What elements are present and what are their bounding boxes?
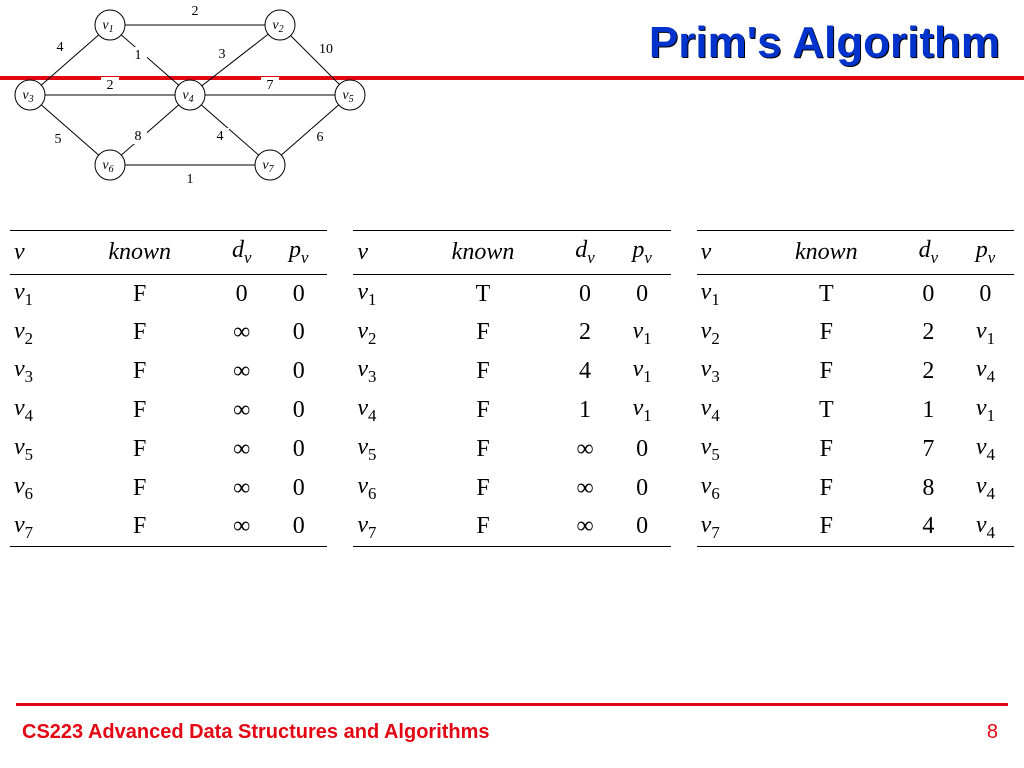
- table-row: v5F∞0: [10, 430, 327, 469]
- table-row: v3F∞0: [10, 352, 327, 391]
- table-header: known: [753, 231, 900, 275]
- edge-weight: 7: [267, 78, 274, 93]
- edge-weight: 4: [57, 40, 64, 55]
- table-row: v5F∞0: [353, 430, 670, 469]
- table-row: v7F∞0: [353, 508, 670, 547]
- edge-weight: 6: [317, 130, 324, 145]
- graph-svg: 2413102758461v1v2v3v4v5v6v7: [10, 0, 370, 200]
- prim-table-1: vknowndvpvv1F00v2F∞0v3F∞0v4F∞0v5F∞0v6F∞0…: [10, 230, 327, 547]
- table-row: v4F∞0: [10, 391, 327, 430]
- edge-weight: 3: [219, 47, 226, 62]
- prim-table-3: vknowndvpvv1T00v2F2v1v3F2v4v4T1v1v5F7v4v…: [697, 230, 1014, 547]
- table-row: v1T00: [697, 274, 1014, 313]
- table-row: v6F∞0: [10, 469, 327, 508]
- tables-container: vknowndvpvv1F00v2F∞0v3F∞0v4F∞0v5F∞0v6F∞0…: [10, 230, 1014, 547]
- graph-edge: [270, 95, 350, 165]
- table-row: v1F00: [10, 274, 327, 313]
- prim-table-2: vknowndvpvv1T00v2F2v1v3F4v1v4F1v1v5F∞0v6…: [353, 230, 670, 547]
- edge-weight: 10: [319, 42, 333, 57]
- edge-weight: 2: [107, 78, 114, 93]
- table-header: v: [10, 231, 66, 275]
- table-row: v3F4v1: [353, 352, 670, 391]
- edge-weight: 8: [135, 129, 142, 144]
- graph-edge: [190, 95, 270, 165]
- edge-weight: 4: [217, 129, 224, 144]
- table-row: v3F2v4: [697, 352, 1014, 391]
- table-header: known: [66, 231, 213, 275]
- table-row: v1T00: [353, 274, 670, 313]
- table-row: v2F2v1: [353, 314, 670, 353]
- edge-weight: 2: [192, 4, 199, 19]
- table-row: v6F8v4: [697, 469, 1014, 508]
- table-header: v: [697, 231, 753, 275]
- table-row: v4T1v1: [697, 391, 1014, 430]
- table-row: v4F1v1: [353, 391, 670, 430]
- table-header: dv: [900, 231, 957, 275]
- footer-page: 8: [987, 721, 998, 744]
- table-header: dv: [213, 231, 270, 275]
- graph-diagram: 2413102758461v1v2v3v4v5v6v7: [10, 0, 370, 200]
- footer-course: CS223 Advanced Data Structures and Algor…: [22, 721, 490, 744]
- graph-edge: [30, 95, 110, 165]
- footer-rule: [16, 703, 1008, 706]
- edge-weight: 1: [135, 48, 142, 63]
- graph-edge: [30, 25, 110, 95]
- table-row: v2F∞0: [10, 314, 327, 353]
- graph-edge: [110, 25, 190, 95]
- table-header: pv: [957, 231, 1014, 275]
- table-header: pv: [614, 231, 671, 275]
- edge-weight: 5: [55, 132, 62, 147]
- table-row: v7F∞0: [10, 508, 327, 547]
- table-row: v2F2v1: [697, 314, 1014, 353]
- table-header: dv: [556, 231, 613, 275]
- graph-edge: [110, 95, 190, 165]
- table-row: v5F7v4: [697, 430, 1014, 469]
- edge-weight: 1: [187, 172, 194, 187]
- table-header: v: [353, 231, 409, 275]
- table-row: v7F4v4: [697, 508, 1014, 547]
- table-header: pv: [270, 231, 327, 275]
- table-header: known: [410, 231, 557, 275]
- slide-title: Prim's Algorithm: [649, 18, 1000, 68]
- table-row: v6F∞0: [353, 469, 670, 508]
